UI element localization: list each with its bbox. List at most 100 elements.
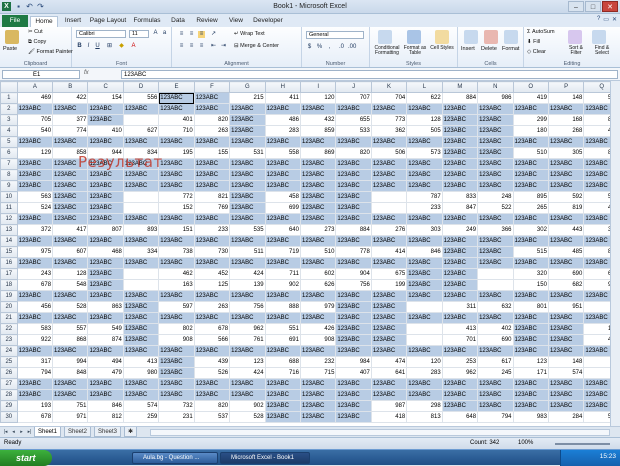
cell[interactable]: 123ABC: [547, 378, 585, 390]
cell[interactable]: 558: [264, 147, 301, 159]
cell[interactable]: 123ABC: [52, 103, 89, 115]
cell[interactable]: [477, 279, 514, 291]
ribbon-minimize-icon[interactable]: ▭: [603, 16, 609, 23]
cell[interactable]: 123ABC: [158, 158, 195, 170]
italic-button[interactable]: I: [85, 43, 92, 50]
cell[interactable]: 123ABC: [193, 213, 231, 225]
cell[interactable]: 123ABC: [122, 235, 160, 247]
cell-styles-button[interactable]: Cell Styles: [430, 46, 454, 51]
cell[interactable]: 537: [193, 411, 231, 423]
cell[interactable]: 123ABC: [52, 180, 89, 192]
cell[interactable]: 813: [406, 411, 443, 423]
cell[interactable]: 123ABC: [547, 213, 585, 225]
cell[interactable]: 120: [406, 356, 443, 368]
cell[interactable]: 456: [16, 301, 54, 313]
cell[interactable]: 299: [512, 114, 549, 126]
cell[interactable]: 317: [16, 356, 54, 368]
cell[interactable]: 485: [547, 246, 585, 258]
maximize-button[interactable]: □: [585, 1, 601, 12]
cell[interactable]: 123ABC: [477, 114, 514, 126]
cell[interactable]: 528: [52, 301, 89, 313]
cell[interactable]: 908: [299, 334, 337, 346]
cell[interactable]: 233: [406, 202, 443, 214]
cell[interactable]: 123ABC: [193, 92, 231, 104]
cell[interactable]: 515: [512, 246, 549, 258]
cell[interactable]: 123ABC: [441, 345, 479, 357]
font-name-dropdown[interactable]: Calibri: [76, 30, 126, 38]
cell[interactable]: 123ABC: [87, 103, 124, 115]
cell[interactable]: 372: [16, 224, 54, 236]
cell[interactable]: 432: [299, 114, 337, 126]
cell[interactable]: 522: [477, 202, 514, 214]
cell[interactable]: 150: [512, 279, 549, 291]
cell[interactable]: 123ABC: [264, 235, 301, 247]
cell[interactable]: 705: [16, 114, 54, 126]
tab-page-layout[interactable]: Page Layout: [88, 16, 128, 26]
cell[interactable]: 120: [299, 92, 337, 104]
cell[interactable]: 123ABC: [264, 290, 301, 302]
cell[interactable]: 848: [52, 367, 89, 379]
row-header[interactable]: 20: [0, 301, 18, 313]
align-right-icon[interactable]: ≡: [198, 43, 205, 50]
cell[interactable]: 123ABC: [264, 312, 301, 324]
cell[interactable]: 597: [158, 301, 195, 313]
align-center-icon[interactable]: ≡: [188, 43, 195, 50]
cell[interactable]: 123ABC: [87, 378, 124, 390]
cell[interactable]: 123ABC: [229, 257, 266, 269]
cell[interactable]: 123ABC: [335, 389, 372, 401]
cell[interactable]: 962: [229, 323, 266, 335]
tab-developer[interactable]: Developer: [250, 16, 286, 26]
cell[interactable]: 574: [122, 400, 160, 412]
cell[interactable]: 123ABC: [229, 103, 266, 115]
column-header[interactable]: G: [229, 81, 266, 93]
cell[interactable]: 123ABC: [335, 323, 372, 335]
align-bottom-icon[interactable]: ≡: [198, 31, 205, 38]
cell[interactable]: 311: [441, 301, 479, 313]
cell[interactable]: [370, 202, 408, 214]
cell[interactable]: 123ABC: [406, 290, 443, 302]
cell[interactable]: 632: [477, 301, 514, 313]
cell[interactable]: [122, 279, 160, 291]
cell[interactable]: 494: [87, 356, 124, 368]
column-header[interactable]: K: [370, 81, 408, 93]
cell[interactable]: 123ABC: [441, 114, 479, 126]
cell[interactable]: 366: [477, 224, 514, 236]
cell[interactable]: 123ABC: [512, 290, 549, 302]
select-all-corner[interactable]: [0, 81, 18, 93]
cell[interactable]: 410: [87, 125, 124, 137]
cell[interactable]: 123ABC: [441, 136, 479, 148]
cell[interactable]: 756: [229, 301, 266, 313]
cell[interactable]: 123ABC: [406, 268, 443, 280]
cell[interactable]: 711: [264, 268, 301, 280]
cell[interactable]: 556: [122, 92, 160, 104]
format-painter-button[interactable]: 🖌 Format Painter: [28, 49, 73, 56]
cell[interactable]: 774: [52, 125, 89, 137]
row-header[interactable]: 30: [0, 411, 18, 423]
cell[interactable]: 123ABC: [87, 268, 124, 280]
cell[interactable]: 979: [299, 301, 337, 313]
cell[interactable]: 123ABC: [370, 312, 408, 324]
cell[interactable]: 123ABC: [477, 213, 514, 225]
cell[interactable]: 123ABC: [264, 389, 301, 401]
grow-font-icon[interactable]: A: [152, 30, 159, 37]
cell[interactable]: 123ABC: [512, 389, 549, 401]
delete-button[interactable]: Delete: [481, 46, 497, 53]
cell[interactable]: 123ABC: [547, 158, 585, 170]
sheet-tab-3[interactable]: Sheet3: [94, 427, 122, 437]
cell[interactable]: 123ABC: [229, 378, 266, 390]
insert-sheet-icon[interactable]: ✱: [124, 427, 138, 437]
tab-view[interactable]: View: [224, 16, 248, 26]
tab-home[interactable]: Home: [30, 16, 58, 27]
cell[interactable]: 123ABC: [299, 235, 337, 247]
cell[interactable]: 123ABC: [193, 389, 231, 401]
cell[interactable]: 123ABC: [229, 180, 266, 192]
cell[interactable]: 510: [299, 246, 337, 258]
cell[interactable]: 123ABC: [512, 312, 549, 324]
cell[interactable]: 154: [87, 92, 124, 104]
cell[interactable]: 125: [193, 279, 231, 291]
cell[interactable]: 123ABC: [299, 312, 337, 324]
cell[interactable]: 719: [264, 246, 301, 258]
cell[interactable]: 123ABC: [16, 103, 54, 115]
cell[interactable]: 511: [229, 246, 266, 258]
cell[interactable]: 123ABC: [158, 312, 195, 324]
